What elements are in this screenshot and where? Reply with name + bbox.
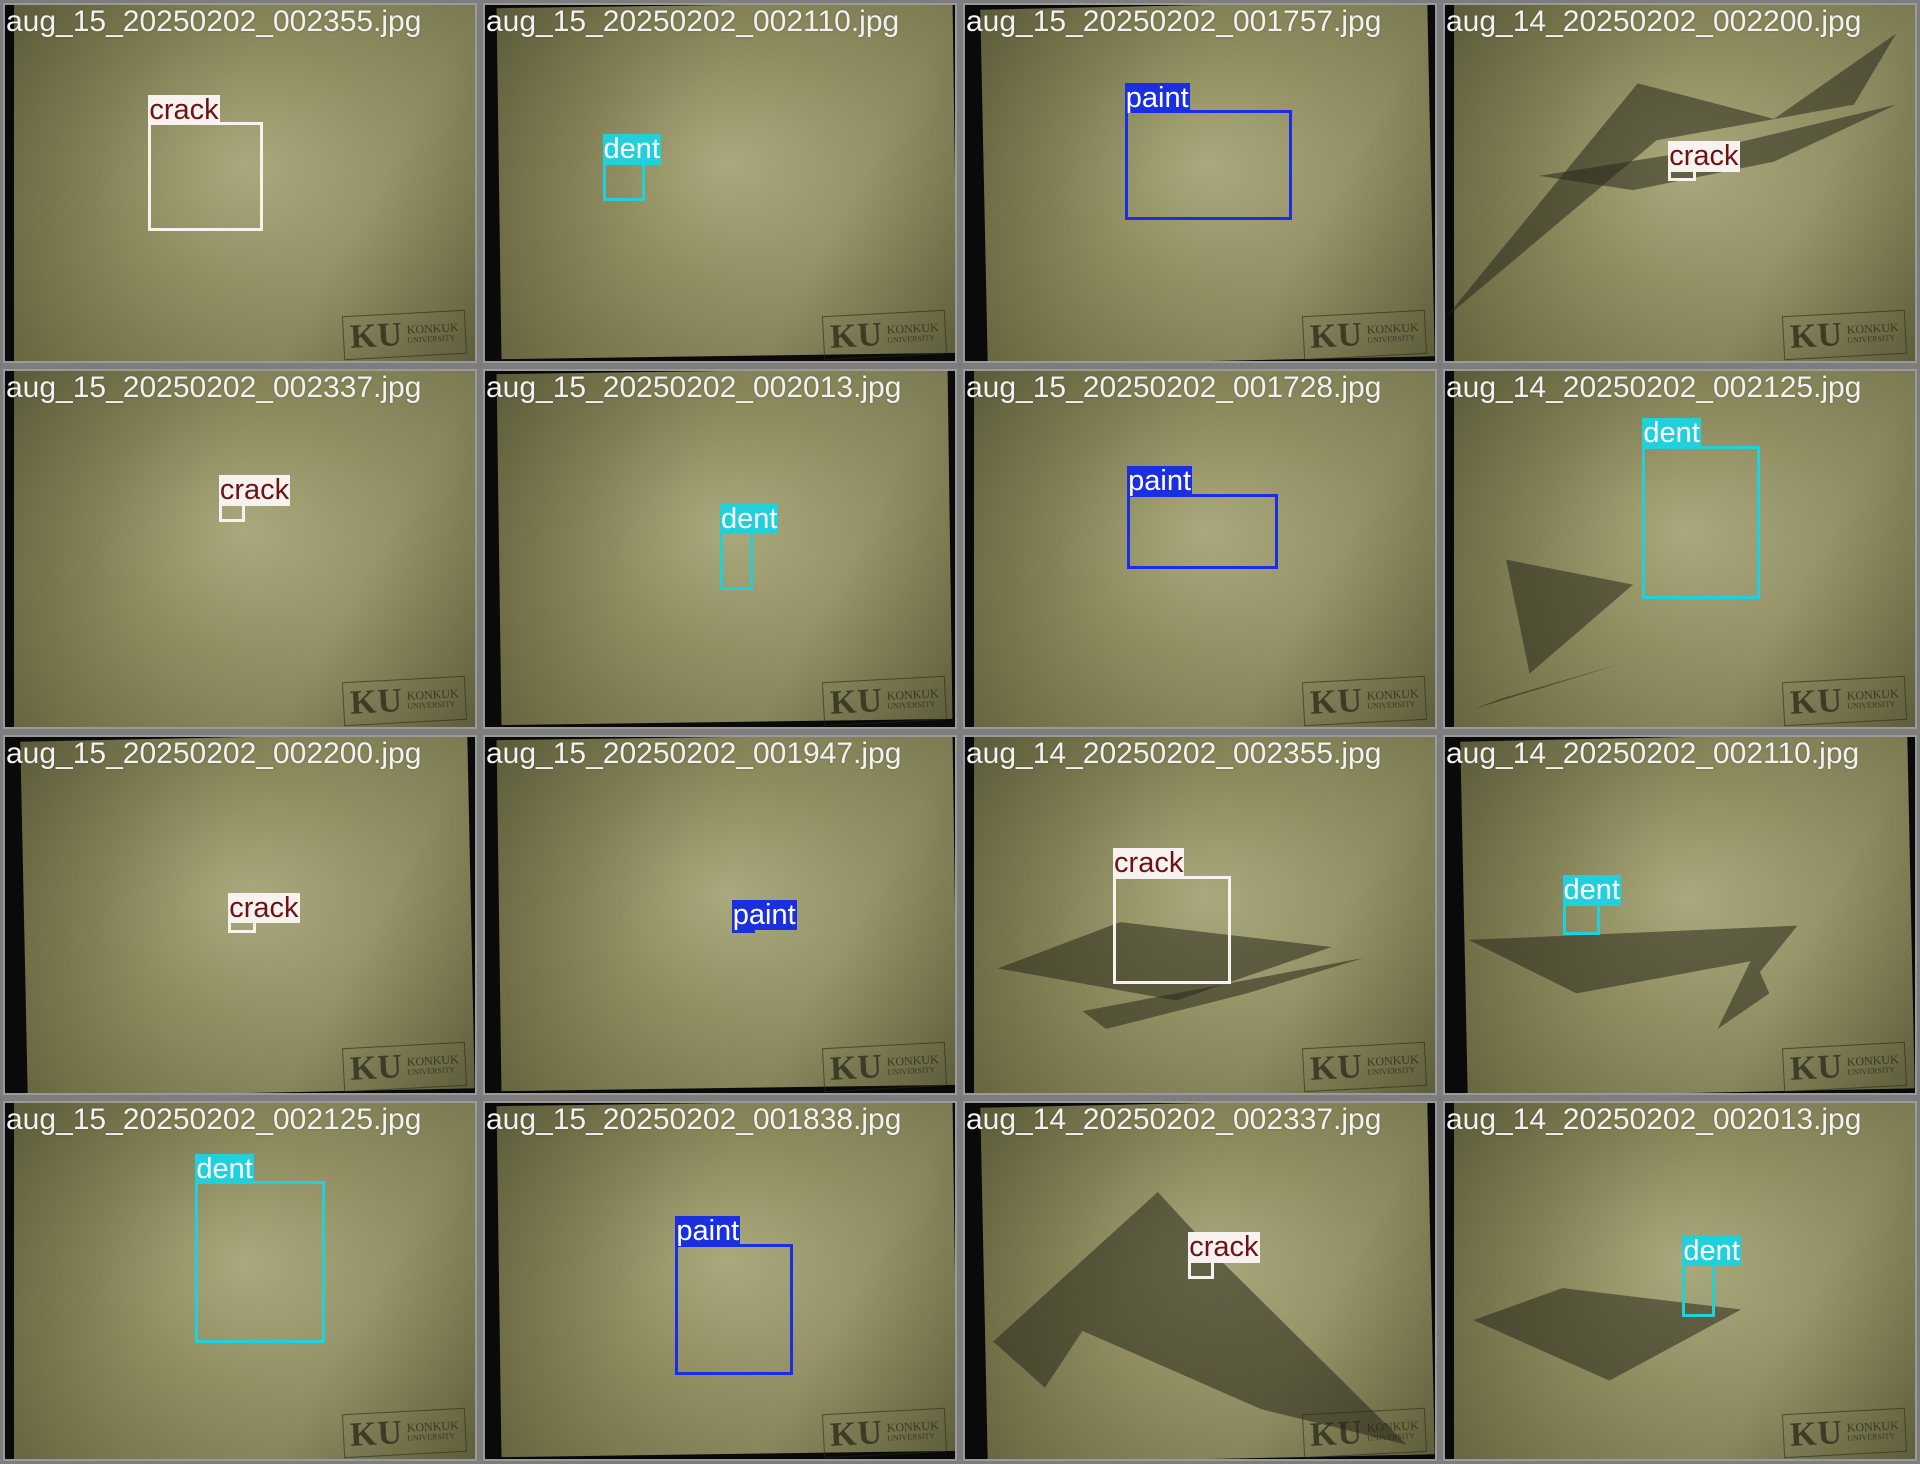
konkuk-logo: KU KONKUK UNIVERSITY <box>1781 1042 1907 1093</box>
detection-box-dent: dent <box>195 1153 325 1344</box>
image-tile: KU KONKUK UNIVERSITY paint aug_15_20250202_0… <box>483 735 957 1095</box>
filename-label: aug_15_20250202_001757.jpg <box>966 5 1382 38</box>
detection-box-dent: dent <box>720 503 779 590</box>
detection-label: dent <box>1562 874 1621 907</box>
image-tile: KU KONKUK UNIVERSITY paint aug_15_20250202_0… <box>483 1101 957 1461</box>
detection-box-dent: dent <box>1562 875 1621 935</box>
konkuk-logo: KU KONKUK UNIVERSITY <box>341 676 467 727</box>
detection-box-crack: crack <box>218 475 291 523</box>
filename-label: aug_14_20250202_002013.jpg <box>1446 1103 1862 1136</box>
image-tile: KU KONKUK UNIVERSITY paint aug_15_20250202_0… <box>963 369 1437 729</box>
detection-box-crack: crack <box>228 892 300 933</box>
image-tile: KU KONKUK UNIVERSITY crack aug_14_20250202_0… <box>963 1101 1437 1461</box>
konkuk-logo: KU KONKUK UNIVERSITY <box>1301 1408 1427 1459</box>
detection-label: dent <box>195 1152 254 1185</box>
image-tile: KU KONKUK UNIVERSITY crack aug_15_20250202_0… <box>3 735 477 1095</box>
image-tile: KU KONKUK UNIVERSITY dent aug_14_20250202_00… <box>1443 735 1917 1095</box>
image-grid: KU KONKUK UNIVERSITY crack aug_15_20250202_0… <box>0 0 1920 1464</box>
detection-box-dent: dent <box>1682 1235 1741 1317</box>
detection-label: paint <box>731 899 797 932</box>
image-tile: KU KONKUK UNIVERSITY dent aug_15_20250202_00… <box>483 369 957 729</box>
detection-label: dent <box>602 133 661 166</box>
filename-label: aug_14_20250202_002337.jpg <box>966 1103 1382 1136</box>
konkuk-logo: KU KONKUK UNIVERSITY <box>821 1042 947 1093</box>
konkuk-logo: KU KONKUK UNIVERSITY <box>1301 676 1427 727</box>
konkuk-logo: KU KONKUK UNIVERSITY <box>1301 310 1427 361</box>
konkuk-logo: KU KONKUK UNIVERSITY <box>821 1408 947 1459</box>
filename-label: aug_15_20250202_001947.jpg <box>486 737 902 770</box>
filename-label: aug_14_20250202_002125.jpg <box>1446 371 1862 404</box>
detection-label: crack <box>148 94 220 127</box>
shadow-overlay <box>993 1192 1407 1445</box>
detection-box-dent: dent <box>1642 418 1760 599</box>
shadow-shape <box>1506 559 1633 674</box>
image-tile: KU KONKUK UNIVERSITY crack aug_15_20250202_0… <box>3 3 477 363</box>
shadow-overlay <box>1468 925 1798 1029</box>
metal-plate-photo <box>496 5 955 359</box>
detection-box-crack: crack <box>1188 1232 1260 1280</box>
detection-label: crack <box>1668 140 1740 173</box>
image-tile: KU KONKUK UNIVERSITY dent aug_14_20250202_00… <box>1443 369 1917 729</box>
filename-label: aug_15_20250202_002355.jpg <box>6 5 422 38</box>
metal-plate-photo <box>496 737 955 1091</box>
image-tile: KU KONKUK UNIVERSITY crack aug_15_20250202_0… <box>3 369 477 729</box>
detection-label: crack <box>1113 847 1185 880</box>
detection-box-dent: dent <box>602 134 661 201</box>
detection-box-crack: crack <box>1113 848 1231 985</box>
konkuk-logo: KU KONKUK UNIVERSITY <box>821 310 947 361</box>
detection-box-paint: paint <box>675 1216 793 1376</box>
konkuk-logo: KU KONKUK UNIVERSITY <box>341 310 467 361</box>
metal-plate-photo <box>14 371 475 727</box>
konkuk-logo: KU KONKUK UNIVERSITY <box>1781 310 1907 361</box>
detection-label: dent <box>1682 1234 1741 1267</box>
shadow-shape <box>1468 925 1798 1029</box>
image-tile: KU KONKUK UNIVERSITY dent aug_15_20250202_00… <box>483 3 957 363</box>
filename-label: aug_15_20250202_002110.jpg <box>486 5 900 38</box>
image-tile: KU KONKUK UNIVERSITY crack aug_14_20250202_0… <box>1443 3 1917 363</box>
detection-label: paint <box>1124 81 1190 114</box>
detection-box-crack: crack <box>1668 141 1740 182</box>
detection-box-paint: paint <box>1127 466 1278 569</box>
konkuk-logo: KU KONKUK UNIVERSITY <box>341 1408 467 1459</box>
filename-label: aug_14_20250202_002200.jpg <box>1446 5 1862 38</box>
image-tile: KU KONKUK UNIVERSITY paint aug_15_20250202_0… <box>963 3 1437 363</box>
detection-label: crack <box>218 474 291 507</box>
detection-box-crack: crack <box>148 95 264 232</box>
detection-box-paint: paint <box>731 900 797 934</box>
filename-label: aug_15_20250202_001838.jpg <box>486 1103 902 1136</box>
detection-label: crack <box>228 891 300 924</box>
filename-label: aug_15_20250202_002125.jpg <box>6 1103 422 1136</box>
detection-box-paint: paint <box>1124 82 1292 221</box>
konkuk-logo: KU KONKUK UNIVERSITY <box>821 676 947 727</box>
filename-label: aug_15_20250202_002337.jpg <box>6 371 422 404</box>
image-tile: KU KONKUK UNIVERSITY dent aug_15_20250202_00… <box>3 1101 477 1461</box>
konkuk-logo: KU KONKUK UNIVERSITY <box>341 1042 467 1093</box>
detection-label: dent <box>1642 417 1701 450</box>
detection-label: paint <box>675 1215 741 1248</box>
filename-label: aug_14_20250202_002355.jpg <box>966 737 1382 770</box>
image-tile: KU KONKUK UNIVERSITY dent aug_14_20250202_00… <box>1443 1101 1917 1461</box>
filename-label: aug_14_20250202_002110.jpg <box>1446 737 1860 770</box>
konkuk-logo: KU KONKUK UNIVERSITY <box>1781 676 1907 727</box>
shadow-shape <box>993 1192 1407 1445</box>
detection-label: crack <box>1188 1231 1260 1264</box>
filename-label: aug_15_20250202_001728.jpg <box>966 371 1382 404</box>
konkuk-logo: KU KONKUK UNIVERSITY <box>1781 1408 1907 1459</box>
detection-label: paint <box>1127 465 1193 498</box>
shadow-overlay <box>1445 33 1897 319</box>
shadow-overlay <box>1473 1288 1742 1381</box>
filename-label: aug_15_20250202_002200.jpg <box>6 737 422 770</box>
image-tile: KU KONKUK UNIVERSITY crack aug_14_20250202_0… <box>963 735 1437 1095</box>
detection-label: dent <box>720 502 779 535</box>
shadow-shape <box>1473 662 1624 710</box>
filename-label: aug_15_20250202_002013.jpg <box>486 371 902 404</box>
konkuk-logo: KU KONKUK UNIVERSITY <box>1301 1042 1427 1093</box>
